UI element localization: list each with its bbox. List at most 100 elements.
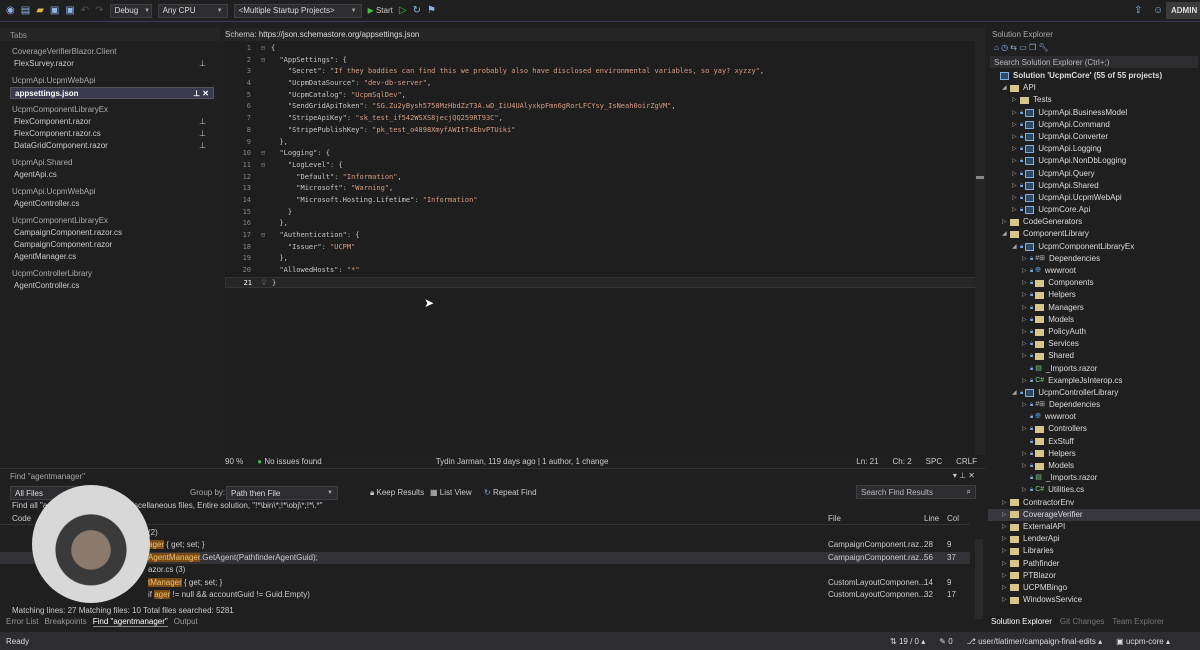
pending-edits[interactable]: ✎ 0 <box>939 637 952 646</box>
expanded-icon[interactable]: ◢ <box>1002 228 1010 240</box>
tree-item[interactable]: ▷ 🔒︎ UcpmApi.Command <box>988 119 1200 131</box>
tree-item[interactable]: ▷ 🔒︎ #⊞ Dependencies <box>988 253 1200 265</box>
undo-icon[interactable]: ↶ <box>81 5 89 16</box>
expand-icon[interactable]: ▷ <box>1012 168 1020 180</box>
pin-icon[interactable]: ⊥ <box>199 140 206 152</box>
open-icon[interactable]: ▰ <box>36 5 44 16</box>
tab-item[interactable]: FlexSurvey.razor ⊥ <box>0 58 220 70</box>
save-all-icon[interactable]: ▣ <box>65 5 74 16</box>
live-share-icon[interactable]: ⇪ <box>1134 5 1142 16</box>
tab-item[interactable]: appsettings.json ⊥ ✕ <box>10 87 214 99</box>
tab-item[interactable]: CampaignComponent.razor.cs <box>0 227 220 239</box>
collapse-icon[interactable]: ⊟ <box>255 43 271 55</box>
expand-icon[interactable]: ▷ <box>1012 204 1020 216</box>
tree-item[interactable]: ▷ CodeGenerators <box>988 216 1200 228</box>
tab-item[interactable]: AgentApi.cs <box>0 169 220 181</box>
code-line[interactable]: 5 "UcpmCatalog": "UcpmSqlDev", <box>225 90 985 102</box>
expand-icon[interactable]: ▷ <box>1022 326 1030 338</box>
expand-icon[interactable]: ▷ <box>1012 94 1020 106</box>
expand-icon[interactable]: ▷ <box>1002 216 1010 228</box>
find-result-row[interactable]: if ager != null && accountGuid != Guid.E… <box>0 589 970 601</box>
search-find-results-input[interactable]: Search Find Results ⌕ <box>856 485 976 499</box>
platform-dropdown[interactable]: Any CPU ▼ <box>157 3 228 18</box>
tree-item[interactable]: ▷ Pathfinder <box>988 558 1200 570</box>
tree-item[interactable]: ▷ Libraries <box>988 545 1200 557</box>
column-number[interactable]: Ch: 2 <box>893 457 912 466</box>
code-line[interactable]: 19 }, <box>225 253 985 265</box>
account-button[interactable]: ADMIN <box>1166 2 1200 19</box>
expand-icon[interactable]: ▷ <box>1002 558 1010 570</box>
expand-icon[interactable]: ▷ <box>1022 423 1030 435</box>
tree-item[interactable]: ▷ 🔒︎ Helpers <box>988 289 1200 301</box>
expand-icon[interactable]: ▷ <box>1012 143 1020 155</box>
tree-item[interactable]: ▷ 🔒︎ PolicyAuth <box>988 326 1200 338</box>
tree-item[interactable]: 🔒︎ ▤ _Imports.razor <box>988 363 1200 375</box>
show-all-icon[interactable]: ❐ <box>1029 43 1036 52</box>
expand-icon[interactable]: ▷ <box>1022 448 1030 460</box>
tree-item[interactable]: ▷ 🔒︎ C# ExampleJsInterop.cs <box>988 375 1200 387</box>
bottom-tab[interactable]: Breakpoints <box>44 617 86 627</box>
tree-item[interactable]: ▷ CoverageVerifier <box>988 508 1200 521</box>
expanded-icon[interactable]: ◢ <box>1002 82 1010 94</box>
expand-icon[interactable]: ▷ <box>1012 180 1020 192</box>
save-icon[interactable]: ▣ <box>50 5 59 16</box>
zoom-level[interactable]: 90 % <box>225 457 243 466</box>
code-line[interactable]: 6 "SendGridApiToken": "SG.Zu2yBysh5758Mz… <box>225 101 985 113</box>
pin-icon[interactable]: ⊥ <box>199 128 206 140</box>
list-view-button[interactable]: ▦ List View <box>430 488 472 497</box>
expand-icon[interactable]: ▷ <box>1002 545 1010 557</box>
code-line[interactable]: 4 "UcpmDataSource": "dev-db-server", <box>225 78 985 90</box>
expand-icon[interactable]: ▷ <box>1022 289 1030 301</box>
expand-icon[interactable]: ▷ <box>1022 253 1030 265</box>
code-line[interactable]: 7 "StripeApiKey": "sk_test_if542WSXS8jec… <box>225 113 985 125</box>
tree-item[interactable]: 🔒︎ 🌐︎ wwwroot <box>988 411 1200 423</box>
expand-icon[interactable]: ▷ <box>1022 314 1030 326</box>
code-line[interactable]: 18 "Issuer": "UCPM" <box>225 242 985 254</box>
tree-item[interactable]: ▷ 🔒︎ UcpmApi.NonDbLogging <box>988 155 1200 167</box>
keep-results-button[interactable]: 🔒︎ Keep Results <box>370 488 424 498</box>
tree-item[interactable]: ▷ PTBlazor <box>988 570 1200 582</box>
tree-item[interactable]: ▷ 🔒︎ UcpmCore.Api <box>988 204 1200 216</box>
code-line[interactable]: 2 ⊟ "AppSettings": { <box>225 55 985 67</box>
repo-selector[interactable]: ▣ ucpm-core ▴ <box>1116 637 1170 646</box>
tab-item[interactable]: FlexComponent.razor.cs ⊥ <box>0 128 220 140</box>
branch-selector[interactable]: ⎇ user/tlatimer/campaign-final-edits ▴ <box>967 637 1103 646</box>
tab-item[interactable]: FlexComponent.razor ⊥ <box>0 116 220 128</box>
tree-item[interactable]: ▷ 🔒︎ Helpers <box>988 448 1200 460</box>
git-counts[interactable]: ⇅ 19 / 0 ▴ <box>890 637 925 646</box>
collapse-icon[interactable]: ⊟ <box>255 148 271 160</box>
expand-icon[interactable]: ▷ <box>1002 533 1010 545</box>
code-line[interactable]: 15 } <box>225 207 985 219</box>
tree-item[interactable]: ◢ 🔒︎ UcpmControllerLibrary <box>988 387 1200 399</box>
start-button[interactable]: ▶ Start <box>368 6 393 15</box>
issues-status[interactable]: No issues found <box>264 457 321 466</box>
configuration-dropdown[interactable]: Debug ▼ <box>109 3 152 18</box>
tree-item[interactable]: ◢ ComponentLibrary <box>988 228 1200 240</box>
whitespace-mode[interactable]: SPC <box>926 457 942 466</box>
collapse-icon[interactable]: ⊟ <box>255 55 271 67</box>
tree-item[interactable]: ◢ 🔒︎ UcpmComponentLibraryEx <box>988 241 1200 253</box>
code-line[interactable]: 16 }, <box>225 218 985 230</box>
tree-item[interactable]: ▷ 🔒︎ C# Utilities.cs <box>988 484 1200 496</box>
line-endings[interactable]: CRLF <box>956 457 977 466</box>
expand-icon[interactable]: ▷ <box>1022 399 1030 411</box>
tree-item[interactable]: ▷ 🔒︎ UcpmApi.Query <box>988 168 1200 180</box>
expanded-icon[interactable]: ◢ <box>1012 387 1020 399</box>
expand-icon[interactable]: ▷ <box>1022 302 1030 314</box>
expand-icon[interactable]: ▷ <box>1022 460 1030 472</box>
tree-item[interactable]: ▷ 🔒︎ UcpmApi.Converter <box>988 131 1200 143</box>
tree-item[interactable]: ▷ 🔒︎ Controllers <box>988 423 1200 435</box>
bottom-tab[interactable]: Find "agentmanager" <box>92 617 168 627</box>
code-editor[interactable]: Schema: https://json.schemastore.org/app… <box>225 28 985 456</box>
expand-icon[interactable]: ▷ <box>1002 497 1010 509</box>
tab-item[interactable]: CampaignComponent.razor <box>0 239 220 251</box>
solution-bottom-tab[interactable]: Git Changes <box>1060 617 1104 626</box>
tree-item[interactable]: 🔒︎ ▤ _Imports.razor <box>988 472 1200 484</box>
tree-item[interactable]: ▷ 🔒︎ UcpmApi.BusinessModel <box>988 107 1200 119</box>
code-line[interactable]: 13 "Microsoft": "Warning", <box>225 183 985 195</box>
expand-icon[interactable]: ▷ <box>1022 375 1030 387</box>
close-icon[interactable]: ▾ ⊥ ✕ <box>953 471 975 480</box>
code-line[interactable]: 12 "Default": "Information", <box>225 172 985 184</box>
tree-item[interactable]: ▷ 🔒︎ Services <box>988 338 1200 350</box>
new-project-icon[interactable]: ▤ <box>21 5 30 16</box>
